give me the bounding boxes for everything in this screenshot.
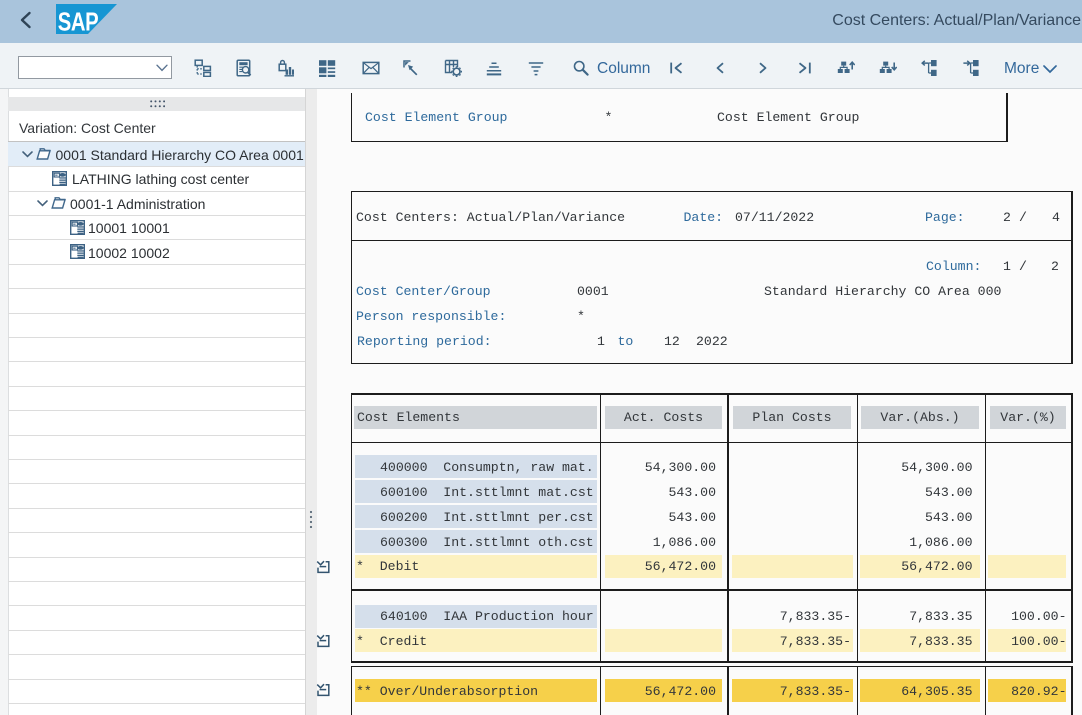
svg-text:SAP: SAP <box>58 7 98 34</box>
